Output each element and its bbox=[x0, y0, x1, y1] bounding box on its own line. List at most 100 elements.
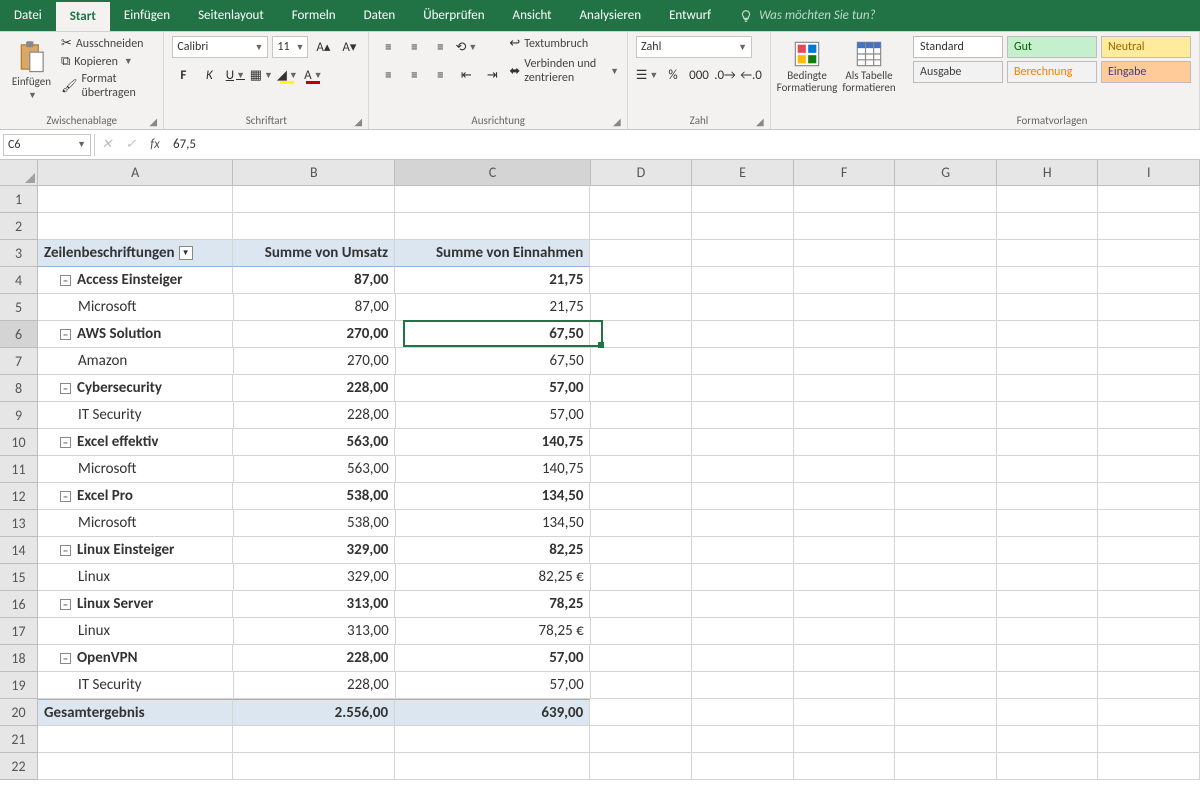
cell-D7[interactable] bbox=[591, 348, 693, 375]
decrease-indent-icon[interactable]: ⇤ bbox=[455, 64, 477, 86]
row-header-8[interactable]: 8 bbox=[0, 375, 38, 402]
cell-F8[interactable] bbox=[794, 375, 896, 402]
cell-C17[interactable]: 78,25 € bbox=[396, 618, 591, 645]
cells-area[interactable]: Zeilenbeschriftungen▼Summe von UmsatzSum… bbox=[38, 186, 1200, 780]
collapse-icon[interactable]: − bbox=[60, 653, 71, 664]
collapse-icon[interactable]: − bbox=[60, 383, 71, 394]
cell-G7[interactable] bbox=[895, 348, 997, 375]
cell-E12[interactable] bbox=[692, 483, 794, 510]
tab-datei[interactable]: Datei bbox=[0, 0, 56, 31]
cell-F15[interactable] bbox=[794, 564, 896, 591]
tab-start[interactable]: Start bbox=[56, 0, 110, 31]
cell-F10[interactable] bbox=[794, 429, 896, 456]
wrap-text-button[interactable]: ↩Textumbruch bbox=[509, 36, 619, 51]
collapse-icon[interactable]: − bbox=[60, 545, 71, 556]
row-header-13[interactable]: 13 bbox=[0, 510, 38, 537]
cell-F17[interactable] bbox=[794, 618, 896, 645]
cell-E20[interactable] bbox=[692, 699, 794, 726]
style-neutral[interactable]: Neutral bbox=[1101, 36, 1191, 58]
cell-F9[interactable] bbox=[794, 402, 896, 429]
copy-button[interactable]: ⧉Kopieren▼ bbox=[61, 54, 155, 69]
cell-F4[interactable] bbox=[794, 267, 896, 294]
style-good[interactable]: Gut bbox=[1007, 36, 1097, 58]
name-box[interactable]: C6▼ bbox=[3, 134, 91, 156]
cell-C3[interactable]: Summe von Einnahmen bbox=[395, 240, 590, 267]
row-header-9[interactable]: 9 bbox=[0, 402, 38, 429]
dialog-launcher-icon[interactable]: ◢ bbox=[756, 115, 768, 127]
cell-G18[interactable] bbox=[895, 645, 997, 672]
cell-C14[interactable]: 82,25 bbox=[395, 537, 590, 564]
tab-ueberpruefen[interactable]: Überprüfen bbox=[409, 0, 498, 31]
cell-E9[interactable] bbox=[692, 402, 794, 429]
row-header-5[interactable]: 5 bbox=[0, 294, 38, 321]
paste-button[interactable]: Einfügen ▼ bbox=[8, 36, 55, 105]
cell-A6[interactable]: −AWS Solution bbox=[38, 321, 233, 348]
cell-I21[interactable] bbox=[1098, 726, 1200, 753]
cell-E5[interactable] bbox=[692, 294, 794, 321]
cell-E17[interactable] bbox=[692, 618, 794, 645]
cell-E22[interactable] bbox=[692, 753, 794, 780]
cell-F2[interactable] bbox=[794, 213, 896, 240]
column-header-I[interactable]: I bbox=[1098, 160, 1200, 186]
cell-F20[interactable] bbox=[794, 699, 896, 726]
cell-B11[interactable]: 563,00 bbox=[234, 456, 396, 483]
cut-button[interactable]: ✂Ausschneiden bbox=[61, 36, 155, 51]
cell-H15[interactable] bbox=[997, 564, 1099, 591]
cell-B1[interactable] bbox=[233, 186, 395, 213]
cell-F11[interactable] bbox=[794, 456, 896, 483]
align-center-icon[interactable]: ≡ bbox=[403, 64, 425, 86]
cell-B4[interactable]: 87,00 bbox=[233, 267, 395, 294]
column-header-A[interactable]: A bbox=[38, 160, 233, 186]
cell-B16[interactable]: 313,00 bbox=[233, 591, 395, 618]
cell-A11[interactable]: Microsoft bbox=[38, 456, 234, 483]
cell-F16[interactable] bbox=[794, 591, 896, 618]
align-bottom-icon[interactable]: ≡ bbox=[429, 36, 451, 58]
cell-H4[interactable] bbox=[997, 267, 1099, 294]
cell-G10[interactable] bbox=[895, 429, 997, 456]
cell-C13[interactable]: 134,50 bbox=[396, 510, 591, 537]
column-header-D[interactable]: D bbox=[591, 160, 693, 186]
cell-C4[interactable]: 21,75 bbox=[395, 267, 590, 294]
cell-B6[interactable]: 270,00 bbox=[233, 321, 395, 348]
style-output[interactable]: Ausgabe bbox=[913, 61, 1003, 83]
cell-D16[interactable] bbox=[590, 591, 692, 618]
cell-I8[interactable] bbox=[1098, 375, 1200, 402]
cell-A15[interactable]: Linux bbox=[38, 564, 234, 591]
formula-input[interactable]: 67,5 bbox=[167, 137, 1200, 152]
dialog-launcher-icon[interactable]: ◢ bbox=[149, 115, 161, 127]
cell-A3[interactable]: Zeilenbeschriftungen▼ bbox=[38, 240, 233, 267]
underline-button[interactable]: U▼ bbox=[224, 64, 246, 86]
cell-A4[interactable]: −Access Einsteiger bbox=[38, 267, 233, 294]
cell-A8[interactable]: −Cybersecurity bbox=[38, 375, 233, 402]
style-standard[interactable]: Standard bbox=[913, 36, 1003, 58]
decrease-decimal-icon[interactable]: ←.0 bbox=[740, 64, 762, 86]
cell-E13[interactable] bbox=[692, 510, 794, 537]
cell-I5[interactable] bbox=[1098, 294, 1200, 321]
cell-I10[interactable] bbox=[1098, 429, 1200, 456]
tab-analysieren[interactable]: Analysieren bbox=[566, 0, 656, 31]
cell-H18[interactable] bbox=[997, 645, 1099, 672]
collapse-icon[interactable]: − bbox=[60, 491, 71, 502]
cell-C19[interactable]: 57,00 bbox=[396, 672, 591, 699]
cell-F13[interactable] bbox=[794, 510, 896, 537]
comma-format-icon[interactable]: 000 bbox=[688, 64, 710, 86]
cell-I18[interactable] bbox=[1098, 645, 1200, 672]
borders-button[interactable]: ▦▼ bbox=[250, 64, 272, 86]
cell-B18[interactable]: 228,00 bbox=[233, 645, 395, 672]
cell-F19[interactable] bbox=[794, 672, 896, 699]
number-format-select[interactable]: Zahl▼ bbox=[636, 36, 752, 58]
tab-seitenlayout[interactable]: Seitenlayout bbox=[184, 0, 278, 31]
cell-I7[interactable] bbox=[1098, 348, 1200, 375]
cell-A13[interactable]: Microsoft bbox=[38, 510, 234, 537]
orientation-icon[interactable]: ⟲▼ bbox=[455, 36, 477, 58]
cell-A20[interactable]: Gesamtergebnis bbox=[38, 699, 233, 726]
row-header-3[interactable]: 3 bbox=[0, 240, 38, 267]
increase-decimal-icon[interactable]: .0→ bbox=[714, 64, 736, 86]
cell-D17[interactable] bbox=[591, 618, 693, 645]
decrease-font-icon[interactable]: A▾ bbox=[338, 36, 360, 58]
cell-H5[interactable] bbox=[997, 294, 1099, 321]
cell-I6[interactable] bbox=[1098, 321, 1200, 348]
cell-G22[interactable] bbox=[895, 753, 997, 780]
cell-I1[interactable] bbox=[1098, 186, 1200, 213]
cell-D12[interactable] bbox=[590, 483, 692, 510]
